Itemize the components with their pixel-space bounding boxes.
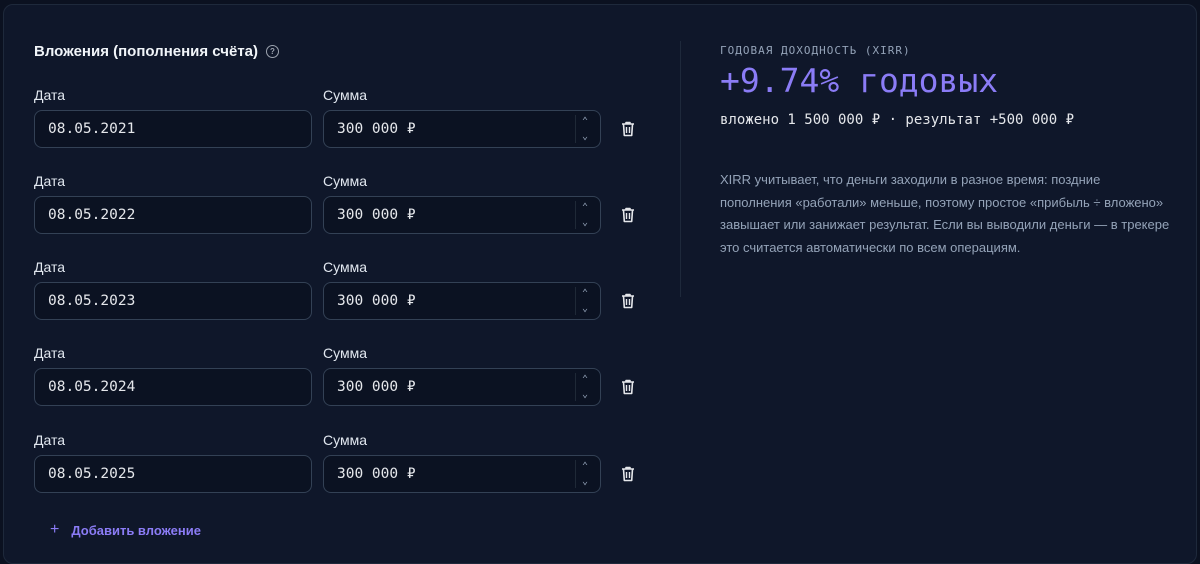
amount-stepper[interactable]: ⌃ ⌄ bbox=[575, 460, 594, 488]
add-investment-label: Добавить вложение bbox=[71, 522, 201, 538]
xirr-kicker: ГОДОВАЯ ДОХОДНОСТЬ (XIRR) bbox=[720, 44, 911, 57]
amount-stepper[interactable]: ⌃ ⌄ bbox=[575, 373, 594, 401]
date-label: Дата bbox=[34, 259, 66, 275]
trash-icon[interactable] bbox=[620, 465, 636, 483]
amount-label: Сумма bbox=[323, 173, 367, 189]
date-label: Дата bbox=[34, 345, 66, 361]
xirr-card: Вложения (пополнения счёта) ? Дата Сумма… bbox=[3, 4, 1197, 564]
stepper-up-icon[interactable]: ⌃ bbox=[582, 201, 588, 214]
investment-row: Дата Сумма 08.05.2021 300 000 ₽ ⌃ ⌄ bbox=[34, 87, 654, 167]
amount-input[interactable]: 300 000 ₽ ⌃ ⌄ bbox=[323, 110, 601, 148]
stepper-down-icon[interactable]: ⌄ bbox=[582, 130, 588, 143]
amount-input[interactable]: 300 000 ₽ ⌃ ⌄ bbox=[323, 282, 601, 320]
trash-icon[interactable] bbox=[620, 120, 636, 138]
xirr-explanation: XIRR учитывает, что деньги заходили в ра… bbox=[720, 172, 1170, 255]
section-title: Вложения (пополнения счёта) ? bbox=[34, 43, 279, 60]
amount-input[interactable]: 300 000 ₽ ⌃ ⌄ bbox=[323, 196, 601, 234]
plus-icon: + bbox=[50, 521, 60, 538]
amount-stepper[interactable]: ⌃ ⌄ bbox=[575, 287, 594, 315]
trash-icon[interactable] bbox=[620, 206, 636, 224]
stepper-up-icon[interactable]: ⌃ bbox=[582, 373, 588, 386]
section-title-text: Вложения (пополнения счёта) bbox=[34, 43, 258, 60]
stepper-up-icon[interactable]: ⌃ bbox=[582, 460, 588, 473]
xirr-value: +9.74% годовых bbox=[720, 61, 999, 100]
amount-stepper[interactable]: ⌃ ⌄ bbox=[575, 201, 594, 229]
amount-label: Сумма bbox=[323, 87, 367, 103]
stepper-down-icon[interactable]: ⌄ bbox=[582, 388, 588, 401]
amount-input[interactable]: 300 000 ₽ ⌃ ⌄ bbox=[323, 455, 601, 493]
amount-value: 300 000 ₽ bbox=[337, 379, 416, 395]
amount-value: 300 000 ₽ bbox=[337, 466, 416, 482]
stepper-down-icon[interactable]: ⌄ bbox=[582, 302, 588, 315]
add-investment-button[interactable]: + Добавить вложение bbox=[50, 521, 201, 539]
trash-icon[interactable] bbox=[620, 378, 636, 396]
date-input[interactable]: 08.05.2021 bbox=[34, 110, 312, 148]
amount-label: Сумма bbox=[323, 432, 367, 448]
investment-row: Дата Сумма 08.05.2023 300 000 ₽ ⌃ ⌄ bbox=[34, 259, 654, 339]
date-input[interactable]: 08.05.2025 bbox=[34, 455, 312, 493]
stepper-up-icon[interactable]: ⌃ bbox=[582, 115, 588, 128]
amount-label: Сумма bbox=[323, 345, 367, 361]
investment-row: Дата Сумма 08.05.2025 300 000 ₽ ⌃ ⌄ bbox=[34, 432, 654, 512]
stepper-down-icon[interactable]: ⌄ bbox=[582, 216, 588, 229]
amount-input[interactable]: 300 000 ₽ ⌃ ⌄ bbox=[323, 368, 601, 406]
panel-divider bbox=[680, 41, 681, 297]
amount-value: 300 000 ₽ bbox=[337, 293, 416, 309]
date-input[interactable]: 08.05.2023 bbox=[34, 282, 312, 320]
amount-stepper[interactable]: ⌃ ⌄ bbox=[575, 115, 594, 143]
investment-row: Дата Сумма 08.05.2024 300 000 ₽ ⌃ ⌄ bbox=[34, 345, 654, 425]
trash-icon[interactable] bbox=[620, 292, 636, 310]
stepper-up-icon[interactable]: ⌃ bbox=[582, 287, 588, 300]
amount-label: Сумма bbox=[323, 259, 367, 275]
stepper-down-icon[interactable]: ⌄ bbox=[582, 475, 588, 488]
amount-value: 300 000 ₽ bbox=[337, 207, 416, 223]
investment-row: Дата Сумма 08.05.2022 300 000 ₽ ⌃ ⌄ bbox=[34, 173, 654, 253]
amount-value: 300 000 ₽ bbox=[337, 121, 416, 137]
xirr-summary: вложено 1 500 000 ₽ · результат +500 000… bbox=[720, 112, 1075, 128]
date-label: Дата bbox=[34, 432, 66, 448]
help-icon[interactable]: ? bbox=[266, 45, 279, 58]
date-input[interactable]: 08.05.2022 bbox=[34, 196, 312, 234]
date-input[interactable]: 08.05.2024 bbox=[34, 368, 312, 406]
date-label: Дата bbox=[34, 87, 66, 103]
date-label: Дата bbox=[34, 173, 66, 189]
